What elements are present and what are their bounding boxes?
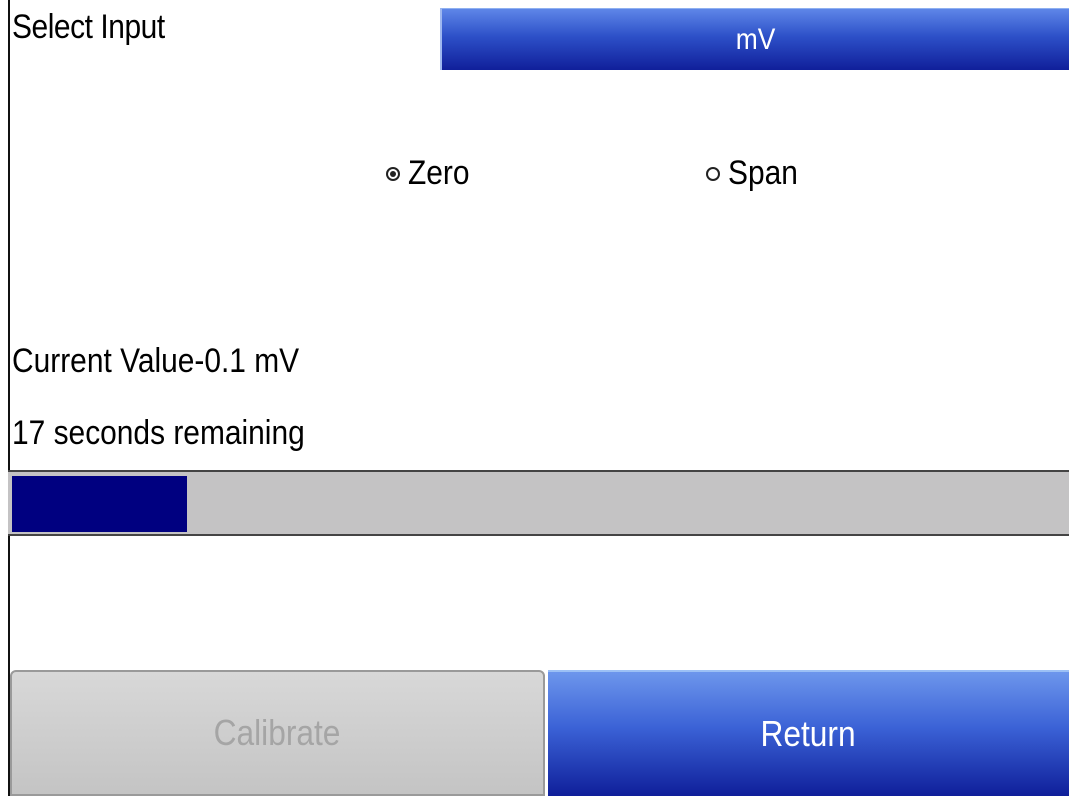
calibrate-button-label: Calibrate <box>214 712 341 753</box>
progress-bar <box>8 470 1069 536</box>
radio-zero[interactable]: Zero <box>386 154 478 193</box>
input-select-dropdown[interactable]: mV <box>440 8 1069 70</box>
radio-span[interactable]: Span <box>706 154 807 193</box>
radio-span-label: Span <box>728 154 798 192</box>
time-remaining-text: 17 seconds remaining <box>12 414 305 452</box>
input-select-value: mV <box>735 22 776 56</box>
return-button[interactable]: Return <box>548 670 1069 796</box>
progress-bar-fill <box>12 476 187 532</box>
radio-checked-icon <box>386 166 400 181</box>
current-value-text: Current Value-0.1 mV <box>12 342 300 380</box>
radio-zero-label: Zero <box>408 154 470 192</box>
calibrate-button[interactable]: Calibrate <box>10 670 545 796</box>
radio-unchecked-icon <box>706 166 720 181</box>
return-button-label: Return <box>760 713 857 754</box>
select-input-label: Select Input <box>12 8 165 46</box>
calibration-screen: Select Input mV Zero Span Current Value-… <box>0 0 1069 796</box>
